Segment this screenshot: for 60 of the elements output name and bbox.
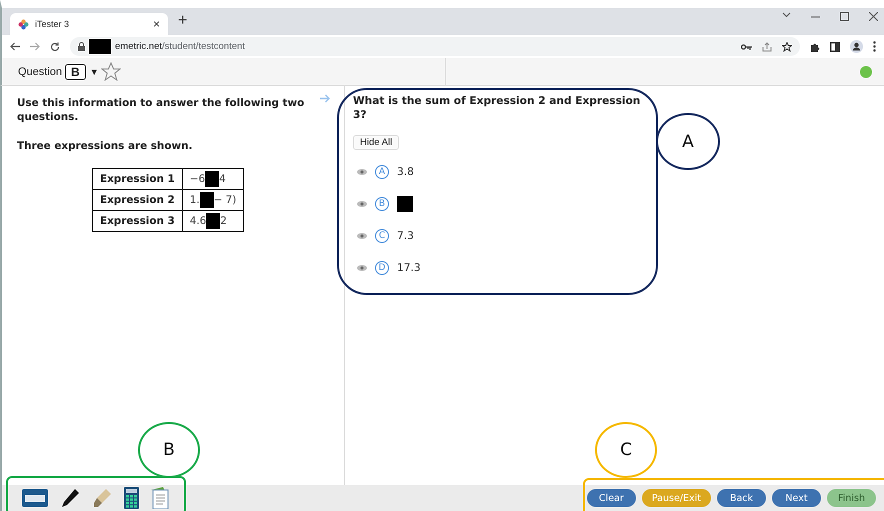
expression-text: 1. <box>190 194 200 206</box>
star-icon[interactable] <box>782 42 792 52</box>
new-tab-button[interactable]: + <box>178 12 188 30</box>
redaction-block <box>200 192 214 208</box>
bookmark-star-icon[interactable] <box>100 62 121 81</box>
expression-text: − 7) <box>214 194 236 206</box>
reload-icon[interactable] <box>50 42 60 52</box>
table-cell: Expression 3 <box>92 210 182 232</box>
eye-icon[interactable] <box>357 201 367 207</box>
expression-text: −6 <box>190 172 206 185</box>
answer-choice-text[interactable]: 7.3 <box>397 230 414 242</box>
callout-label: A <box>656 113 720 170</box>
lock-icon <box>78 42 85 51</box>
nav-button[interactable]: Clear <box>586 489 636 507</box>
eye-icon[interactable] <box>357 233 367 239</box>
puzzle-icon[interactable] <box>810 42 820 52</box>
dropdown-arrow[interactable]: ▼ <box>90 66 99 76</box>
profile-avatar-icon[interactable] <box>850 40 863 53</box>
table-cell: Expression 2 <box>92 190 182 210</box>
question-prompt: What is the sum of Expression 2 and Expression 3? <box>353 94 642 122</box>
address-bar[interactable]: emetric.net/student/testcontent <box>70 37 800 56</box>
answer-choice-text[interactable]: 3.8 <box>397 166 414 178</box>
nav-button[interactable]: Back <box>717 489 766 507</box>
redaction-block <box>206 213 220 229</box>
redaction-block <box>397 196 413 212</box>
chevron-down-icon[interactable] <box>782 12 791 18</box>
pencil-icon[interactable] <box>60 488 80 508</box>
passage-text: Three expressions are shown. <box>17 139 194 153</box>
redaction-block <box>205 171 220 187</box>
hide-all-button[interactable]: Hide All <box>353 135 400 150</box>
question-number-selector[interactable]: B <box>65 64 86 80</box>
url-text: emetric.net/student/testcontent <box>115 41 245 52</box>
highlighter-icon[interactable] <box>92 488 112 508</box>
callout-label: B <box>138 422 200 478</box>
answer-choice-text[interactable]: 17.3 <box>397 262 421 274</box>
side-panel-icon[interactable] <box>830 42 840 52</box>
eye-icon[interactable] <box>357 265 367 271</box>
notepad-icon[interactable] <box>151 487 169 509</box>
expression-text: 4.6 <box>190 214 206 227</box>
close-tab-button[interactable]: × <box>152 17 160 31</box>
passage-text: Use this information to answer the following two questions. <box>17 96 306 124</box>
browser-tab[interactable]: iTester 3 × <box>10 13 168 35</box>
eye-icon[interactable] <box>357 169 367 175</box>
back-arrow-icon[interactable] <box>10 42 20 51</box>
maximize-icon[interactable] <box>840 12 849 21</box>
share-icon[interactable] <box>762 42 772 52</box>
key-icon[interactable] <box>741 44 752 50</box>
close-icon[interactable] <box>869 12 878 21</box>
line-reader-icon[interactable] <box>22 489 48 507</box>
nav-button[interactable]: Next <box>772 489 821 507</box>
expression-text: 2 <box>220 214 227 227</box>
redaction-block <box>89 39 111 54</box>
menu-icon[interactable] <box>873 41 876 52</box>
question-label: Question <box>18 66 62 78</box>
calculator-icon[interactable] <box>124 487 139 509</box>
callout-label: C <box>595 422 657 478</box>
expression-text: 4 <box>219 172 226 185</box>
status-dot-icon <box>860 66 872 78</box>
flower-icon <box>18 18 29 30</box>
table-cell: Expression 1 <box>92 168 182 190</box>
